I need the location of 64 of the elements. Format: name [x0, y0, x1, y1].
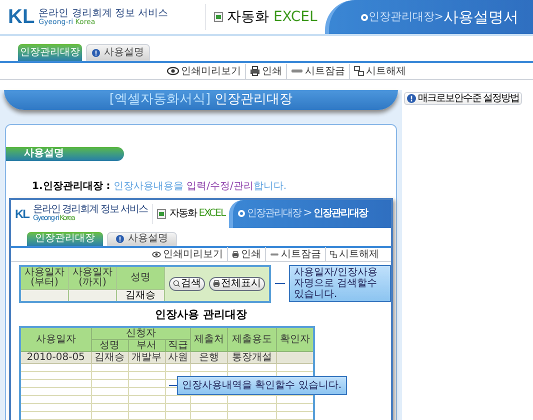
search-icon [173, 280, 180, 287]
toolbar-button[interactable]: 인쇄미리보기 [163, 64, 245, 78]
toolbar-button[interactable]: 시트잠금 [265, 246, 325, 262]
callout: 사용일자/인장사용자명으로 검색할수 있습니다. [289, 265, 391, 302]
toolbar-button[interactable]: 시트해제 [325, 246, 383, 262]
banner-title: 인장관리대장 [214, 91, 293, 109]
product-name: 자동화 EXCEL [227, 8, 318, 26]
banner-prefix: [엑셀자동화서식] [109, 91, 211, 109]
spreadsheet-icon [214, 12, 223, 22]
help-icon [116, 234, 124, 242]
bullet-icon [238, 210, 246, 217]
search-button[interactable]: 전체표시 [209, 276, 265, 290]
toolbar-button[interactable]: 인쇄 [245, 64, 286, 78]
network-icon [330, 250, 337, 258]
search-field[interactable] [21, 288, 68, 300]
search-field[interactable]: 김재승 [117, 288, 164, 300]
column-header: 제출용도 [227, 327, 276, 352]
eye-icon [152, 250, 161, 258]
table-cell: 은행 [190, 352, 228, 364]
table-cell: 개발부 [128, 352, 166, 364]
table-cell: 김재승 [91, 352, 128, 364]
printer-icon [213, 280, 220, 287]
search-label: 성명 [117, 266, 164, 288]
help-button[interactable]: 매크로보안수준 설정방법 [404, 92, 522, 105]
page-title: 사용설명서 [444, 6, 519, 28]
breadcrumb-parent: 인장관리대장 [247, 207, 302, 221]
callout: 인장사용내역을 확인할수 있습니다. [177, 376, 347, 395]
logo-mark: KL [8, 7, 35, 27]
tab[interactable]: 사용설명 [86, 44, 150, 61]
table-title: 인장사용 관리대장 [154, 306, 248, 322]
breadcrumb-separator: > [303, 205, 312, 222]
eye-icon [167, 66, 179, 76]
logo-tagline: 온라인 경리회계 정보 서비스 [38, 8, 168, 18]
column-header: 사용일자 [20, 327, 92, 352]
table-cell: 통장개설 [227, 352, 276, 364]
column-header: 확인자 [276, 327, 314, 352]
printer-icon [232, 250, 239, 258]
breadcrumb-parent: 인장관리대장 [368, 8, 434, 25]
help-icon [92, 48, 100, 56]
search-button[interactable]: 검색 [169, 276, 205, 290]
logo-tagline: 온라인 경리회계 정보 서비스 [33, 205, 148, 215]
toolbar-button[interactable]: 시트잠금 [286, 64, 349, 78]
search-label: 사용일자 (까지) [69, 266, 116, 288]
spreadsheet-icon [156, 208, 166, 218]
breadcrumb-separator: > [434, 8, 444, 25]
bullet-icon [361, 14, 368, 20]
tab[interactable]: 사용설명 [107, 232, 177, 246]
toolbar-button[interactable]: 인쇄 [227, 246, 265, 262]
help-icon [407, 94, 416, 103]
logo-mark: KL [15, 208, 29, 220]
toolbar-button[interactable]: 시트해제 [349, 64, 410, 78]
section-title: 사용설명 [6, 146, 124, 160]
search-field[interactable] [69, 288, 116, 300]
network-icon [354, 66, 364, 76]
page-title: 인장관리대장 [313, 207, 368, 221]
column-header: 신청자 [91, 327, 190, 340]
toolbar-button[interactable]: 인쇄미리보기 [148, 246, 227, 262]
table-cell: 사원 [165, 352, 190, 364]
search-label: 사용일자 (부터) [21, 266, 68, 288]
printer-icon [250, 66, 260, 76]
column-header: 제출처 [190, 327, 228, 352]
product-name: 자동화 EXCEL [170, 207, 226, 221]
table-cell: 2010-08-05 [20, 352, 92, 364]
description: 1.인장관리대장 : 인장사용내용을 입력/수정/관리합니다. [31, 180, 288, 194]
